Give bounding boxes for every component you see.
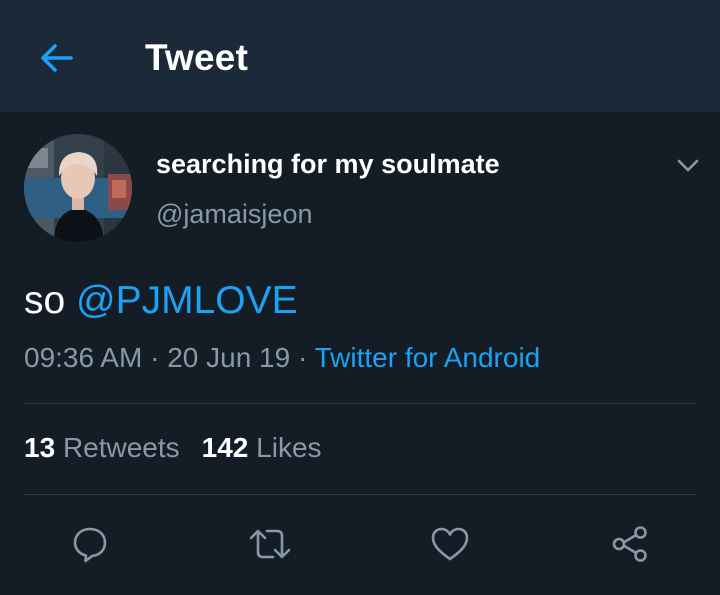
back-button[interactable] xyxy=(34,36,78,80)
share-icon xyxy=(612,526,647,562)
heart-icon xyxy=(431,527,469,561)
divider xyxy=(24,494,696,495)
like-button[interactable] xyxy=(428,522,472,566)
likes-stat[interactable]: 142 Likes xyxy=(202,432,322,463)
app-header: Tweet xyxy=(0,0,720,113)
reply-button[interactable] xyxy=(68,522,112,566)
tweet-time: 09:36 AM xyxy=(24,342,143,373)
tweet-body: so @PJMLOVE xyxy=(24,279,298,323)
author-handle[interactable]: @jamaisjeon xyxy=(156,199,312,230)
arrow-left-icon xyxy=(41,44,73,72)
profile-photo xyxy=(24,134,132,242)
retweets-count: 13 xyxy=(24,432,56,463)
meta-separator: · xyxy=(290,342,315,373)
tweet-date: 20 Jun 19 xyxy=(167,342,291,373)
tweet-text: so xyxy=(24,279,77,322)
likes-count: 142 xyxy=(201,432,249,463)
divider xyxy=(24,403,696,404)
share-button[interactable] xyxy=(608,522,652,566)
author-display-name[interactable]: searching for my soulmate xyxy=(156,149,500,180)
retweets-label: Retweets xyxy=(62,432,180,463)
tweet-stats: 13 Retweets 142 Likes xyxy=(24,432,322,464)
retweet-icon xyxy=(249,529,291,559)
retweets-stat[interactable]: 13 Retweets xyxy=(24,432,180,463)
tweet-meta: 09:36 AM · 20 Jun 19 · Twitter for Andro… xyxy=(24,342,540,374)
page-title: Tweet xyxy=(145,37,249,78)
meta-separator: · xyxy=(142,342,168,373)
likes-label: Likes xyxy=(256,432,322,463)
tweet-menu-button[interactable] xyxy=(672,150,704,182)
chevron-down-icon xyxy=(677,159,699,172)
avatar[interactable] xyxy=(24,134,132,242)
tweet-source-link[interactable]: Twitter for Android xyxy=(315,342,541,373)
retweet-button[interactable] xyxy=(248,522,292,566)
reply-icon xyxy=(73,527,107,563)
mention-link[interactable]: @PJMLOVE xyxy=(76,279,298,322)
